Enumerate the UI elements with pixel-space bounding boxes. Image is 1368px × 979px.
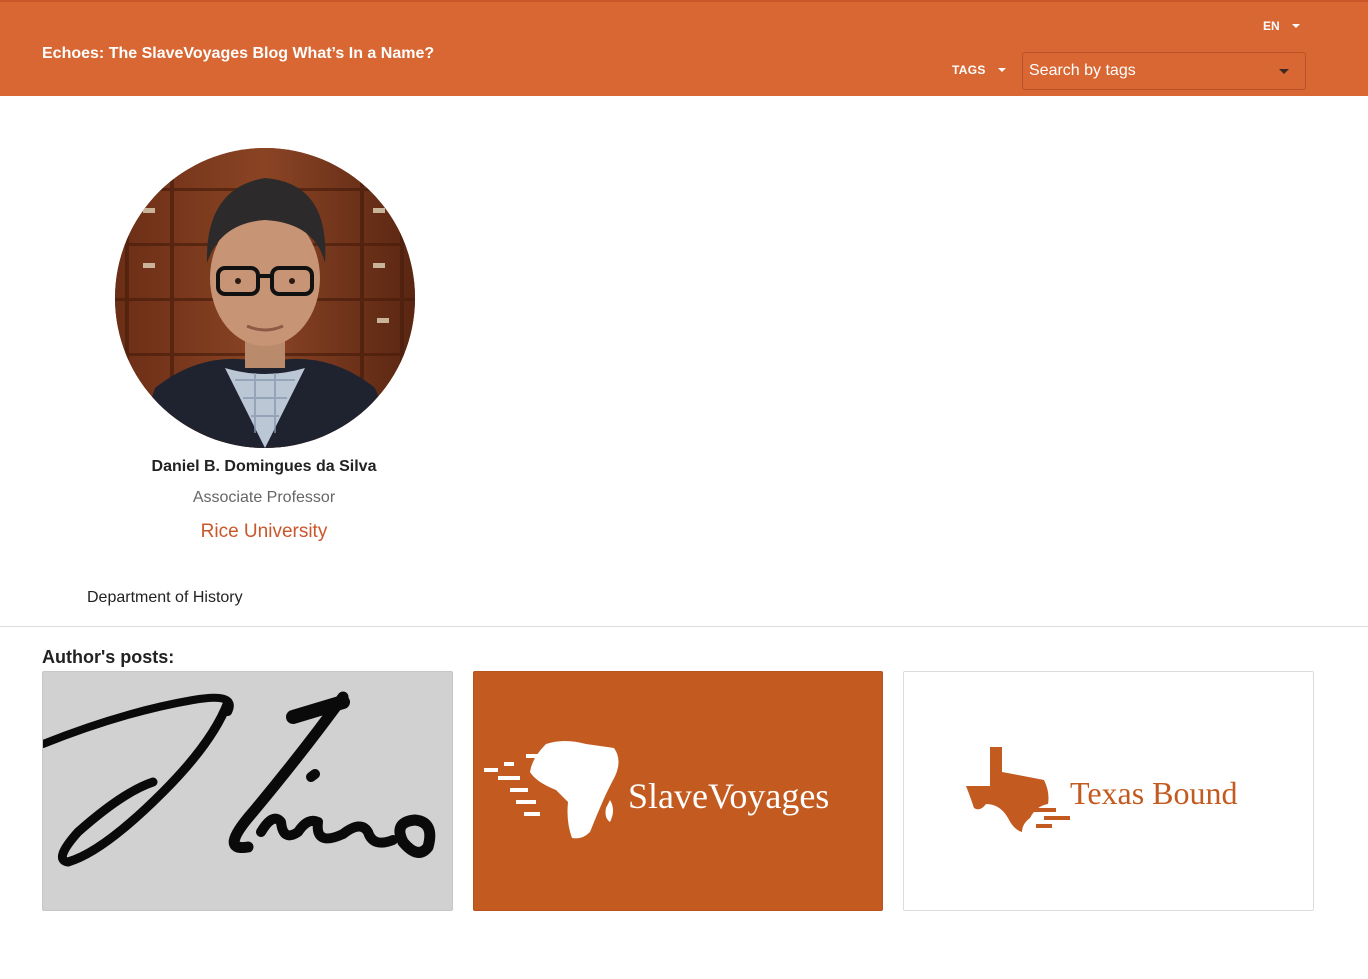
post-card-signature[interactable] — [42, 671, 453, 911]
tag-search-input[interactable] — [1029, 62, 1269, 80]
language-label: EN — [1263, 19, 1280, 33]
dropdown-arrow-icon[interactable] — [1279, 69, 1289, 74]
texas-bound-wordmark: Texas Bound — [1070, 775, 1238, 811]
author-role: Associate Professor — [192, 489, 336, 506]
author-name: Daniel B. Domingues da Silva — [151, 458, 377, 475]
blog-title-link[interactable]: Echoes: The SlaveVoyages Blog What’s In … — [42, 45, 434, 63]
signature-image — [43, 691, 436, 867]
author-department: Department of History — [87, 589, 243, 606]
tags-label: TAGS — [952, 63, 986, 77]
author-avatar — [115, 148, 415, 448]
slavevoyages-wordmark: SlaveVoyages — [628, 776, 829, 816]
chevron-down-icon — [997, 68, 1006, 72]
tags-menu-button[interactable]: TAGS — [952, 63, 1006, 77]
top-navbar: Echoes: The SlaveVoyages Blog What’s In … — [0, 0, 1368, 96]
post-card-texas-bound[interactable]: Texas Bound — [903, 671, 1314, 911]
section-divider — [0, 626, 1368, 627]
texas-bound-logo: Texas Bound — [966, 747, 1238, 832]
slavevoyages-logo: SlaveVoyages — [484, 741, 829, 839]
language-selector[interactable]: EN — [1263, 19, 1300, 33]
author-posts-heading: Author's posts: — [42, 647, 175, 667]
post-card-slavevoyages[interactable]: SlaveVoyages — [473, 671, 883, 911]
chevron-down-icon — [1291, 24, 1300, 28]
author-university-link[interactable]: Rice University — [0, 521, 528, 543]
tag-search-select[interactable] — [1022, 52, 1306, 90]
